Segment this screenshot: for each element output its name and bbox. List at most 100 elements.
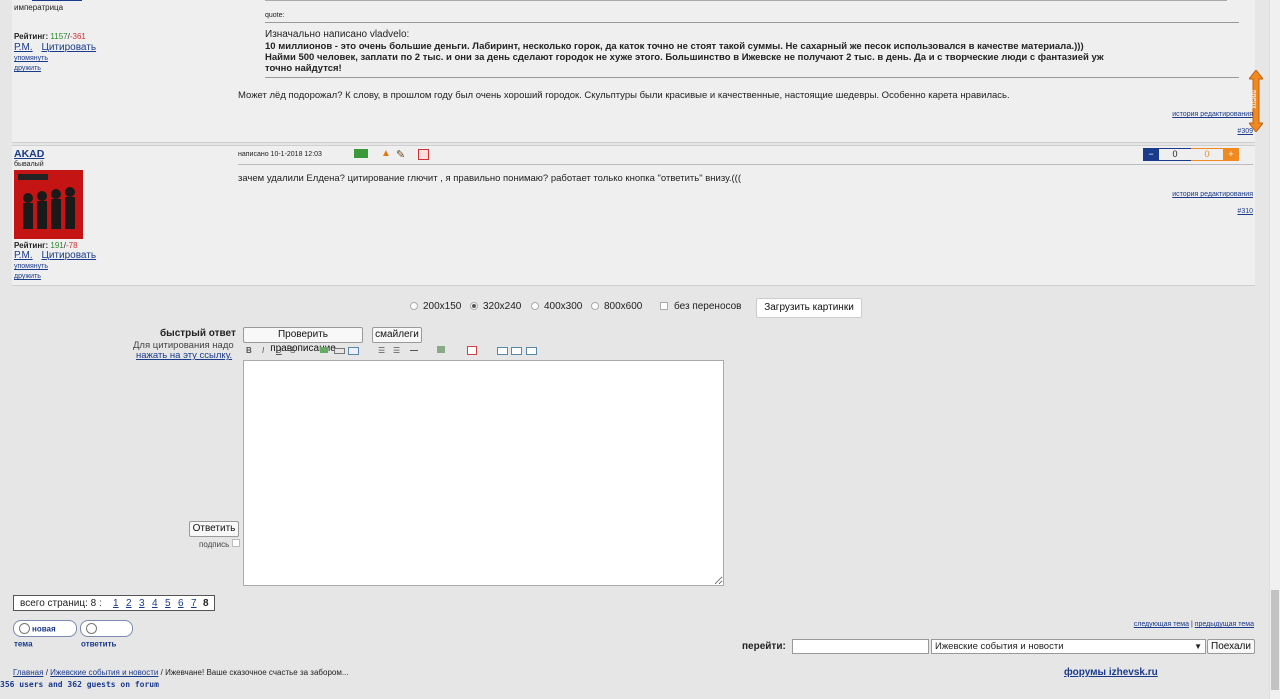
hr-icon[interactable] — [410, 350, 418, 351]
quote-link[interactable]: Цитировать — [41, 42, 96, 53]
scroll-up-button[interactable]: вверх — [1247, 69, 1265, 133]
size-radio-400x300[interactable] — [531, 302, 539, 310]
mention-link-wrap: упомянуть — [14, 55, 48, 62]
scroll-up-label: вверх — [1250, 90, 1257, 109]
edit-history-link[interactable]: история редактирования — [1172, 191, 1253, 198]
quote-line-3: точно найдутся! — [265, 63, 342, 74]
page-link-7[interactable]: 7 — [191, 598, 197, 609]
bullet-list-icon[interactable]: ☰ — [378, 346, 385, 355]
username-link[interactable]: AKAD — [14, 148, 44, 160]
align-left-icon[interactable] — [497, 347, 508, 355]
upload-images-button[interactable]: Загрузить картинки — [756, 298, 862, 318]
page-link-5[interactable]: 5 — [165, 598, 171, 609]
quote-line-1: 10 миллионов - это очень большие деньги.… — [265, 41, 1084, 52]
breadcrumb-section[interactable]: Ижевские события и новости — [50, 668, 158, 677]
size-label-800x600: 800x600 — [604, 301, 643, 312]
user-actions: Р.М. Цитировать — [14, 250, 96, 261]
quote-icon[interactable] — [437, 346, 445, 353]
page-link-2[interactable]: 2 — [126, 598, 132, 609]
spellcheck-button[interactable]: Проверить правописание — [243, 327, 363, 354]
reply-submit-button[interactable]: Ответить — [189, 521, 239, 537]
user-rating: Рейтинг: 1157/-361 — [14, 32, 86, 41]
signature-label: подпись — [199, 540, 230, 549]
vote-plus-button[interactable]: + — [1223, 148, 1239, 161]
pm-link[interactable]: Р.М. — [14, 42, 33, 53]
no-wrap-checkbox[interactable] — [660, 302, 668, 310]
quote-top-line — [265, 22, 1239, 23]
breadcrumb-home[interactable]: Главная — [13, 668, 43, 677]
mention-link[interactable]: упомянуть — [14, 55, 48, 62]
friend-link-wrap: дружить — [14, 65, 41, 72]
rating-neg: -361 — [69, 32, 86, 41]
underline-icon[interactable]: U — [276, 346, 282, 355]
quote-header: quote: — [265, 12, 285, 19]
link-icon[interactable] — [334, 348, 345, 354]
post-310: AKAD бывалый Рейтинг: 191/-78 Р.М. Цитир… — [12, 145, 1255, 286]
quick-reply-title: быстрый ответ — [160, 328, 236, 339]
post-number-link[interactable]: #310 — [1237, 208, 1253, 215]
size-radio-320x240[interactable] — [470, 302, 478, 310]
rating-label: Рейтинг: — [14, 32, 49, 41]
new-topic-button[interactable]: новая тема — [13, 620, 77, 649]
friend-link[interactable]: дружить — [14, 65, 41, 72]
goto-submit-button[interactable]: Поехали — [1207, 639, 1255, 654]
edit-icon[interactable]: ✎ — [396, 148, 405, 161]
topic-nav: следующая тема | предыдущая тема — [1134, 621, 1254, 628]
size-radio-800x600[interactable] — [591, 302, 599, 310]
size-radio-200x150[interactable] — [410, 302, 418, 310]
bold-icon[interactable]: B — [246, 346, 252, 355]
edit-history-link[interactable]: история редактирования — [1172, 111, 1253, 118]
profile-icon[interactable] — [354, 149, 368, 158]
warning-icon[interactable]: ▲ — [381, 148, 391, 159]
page-link-6[interactable]: 6 — [178, 598, 184, 609]
pagination-label: всего страниц: 8 : — [20, 598, 102, 609]
image-icon[interactable] — [320, 347, 328, 353]
align-center-icon[interactable] — [511, 347, 522, 355]
strike-icon[interactable]: S — [290, 346, 295, 355]
smileys-button[interactable]: смайлеги — [372, 327, 422, 343]
page-current: 8 — [203, 598, 209, 609]
username-wrap: AKAD — [14, 148, 44, 160]
vote-count-left: 0 — [1159, 148, 1191, 161]
prev-topic-link[interactable]: предыдущая тема — [1195, 621, 1254, 628]
rating-pos: 1157 — [50, 32, 68, 41]
online-users: 356 users and 362 guests on forum — [0, 680, 159, 689]
calendar-icon[interactable] — [467, 346, 477, 355]
reply-icon — [86, 623, 97, 635]
chevron-down-icon: ▼ — [1194, 642, 1202, 651]
avatar[interactable] — [14, 170, 83, 239]
quote-link[interactable]: Цитировать — [41, 250, 96, 261]
email-icon[interactable] — [348, 347, 359, 355]
forums-link[interactable]: форумы izhevsk.ru — [1064, 667, 1158, 678]
reply-button[interactable]: ответить — [80, 620, 133, 648]
goto-select[interactable]: Ижевские события и новости ▼ — [931, 639, 1206, 654]
vote-widget: − 0 0 + — [1143, 148, 1239, 161]
edit-history-wrap: история редактирования — [1172, 111, 1253, 118]
report-icon[interactable] — [418, 149, 429, 160]
edit-history-wrap: история редактирования — [1172, 191, 1253, 198]
friend-link[interactable]: дружить — [14, 273, 41, 280]
breadcrumb-sep: / — [160, 668, 163, 677]
number-list-icon[interactable]: ☰ — [393, 346, 400, 355]
size-label-200x150: 200x150 — [423, 301, 462, 312]
scrollbar[interactable] — [1269, 0, 1280, 699]
user-title: бывалый — [14, 161, 44, 168]
quote-author: Изначально написано vladvelo: — [265, 29, 410, 40]
vote-count-right: 0 — [1191, 148, 1223, 161]
page-link-1[interactable]: 1 — [113, 598, 119, 609]
align-right-icon[interactable] — [526, 347, 537, 355]
mention-link[interactable]: упомянуть — [14, 263, 48, 270]
scrollbar-thumb[interactable] — [1271, 590, 1279, 690]
next-topic-link[interactable]: следующая тема — [1134, 621, 1189, 628]
italic-icon[interactable]: I — [262, 346, 264, 355]
forums-link-wrap: форумы izhevsk.ru — [1064, 667, 1158, 678]
quote-hint-link[interactable]: нажать на эту ссылку. — [136, 350, 232, 361]
page-link-3[interactable]: 3 — [139, 598, 145, 609]
page-link-4[interactable]: 4 — [152, 598, 158, 609]
reply-textarea[interactable] — [243, 360, 724, 586]
goto-input[interactable] — [792, 639, 929, 654]
pm-link[interactable]: Р.М. — [14, 250, 33, 261]
vote-minus-button[interactable]: − — [1143, 148, 1159, 161]
signature-checkbox[interactable] — [232, 539, 240, 547]
quote-bottom-line — [265, 77, 1239, 78]
